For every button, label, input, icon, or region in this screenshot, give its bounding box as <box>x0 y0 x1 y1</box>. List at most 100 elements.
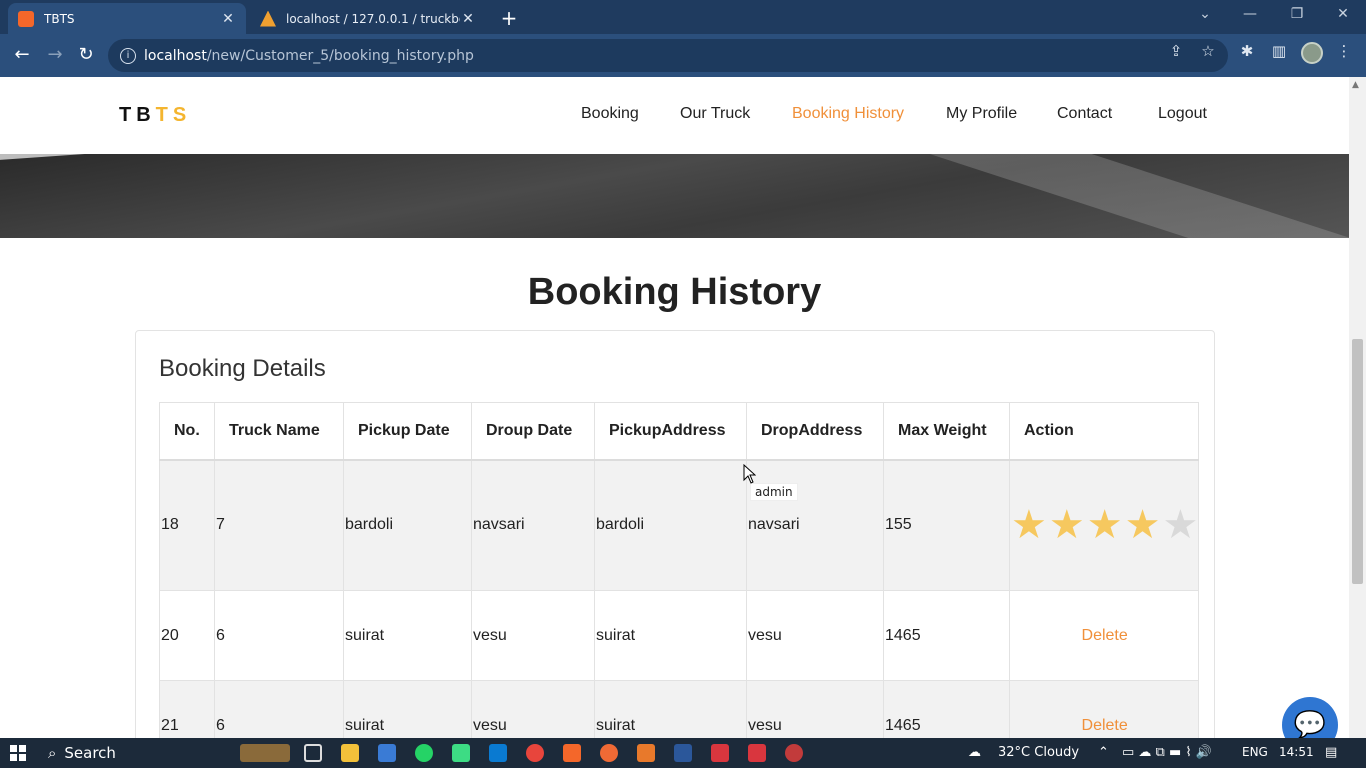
tab-search-chevron-icon[interactable]: ⌄ <box>1195 6 1215 22</box>
chrome-icon[interactable] <box>526 744 544 762</box>
tab-phpmyadmin[interactable]: localhost / 127.0.0.1 / truckbooki ✕ <box>250 3 486 34</box>
scroll-up-icon[interactable]: ▲ <box>1352 80 1359 90</box>
cell-pickup-address: bardoli <box>594 459 747 591</box>
postman-icon[interactable] <box>600 744 618 762</box>
site-info-icon[interactable]: i <box>120 47 136 64</box>
star-icon[interactable]: ★ <box>1125 505 1161 545</box>
nav-booking-history[interactable]: Booking History <box>792 105 904 123</box>
table-row: 18 7 bardoli navsari bardoli navsari 155… <box>159 459 1200 591</box>
restore-icon[interactable]: ❐ <box>1287 6 1307 22</box>
anydesk-icon-2[interactable] <box>748 744 766 762</box>
star-rating[interactable]: ★ ★ ★ ★ ★ <box>1011 505 1198 545</box>
reload-icon[interactable]: ↻ <box>74 44 98 65</box>
close-tab-icon[interactable]: ✕ <box>220 11 236 27</box>
nav-booking[interactable]: Booking <box>581 105 639 123</box>
page-scrollbar[interactable]: ▲ <box>1349 77 1366 738</box>
minimize-icon[interactable]: — <box>1240 6 1260 22</box>
cell-drop-address: vesu <box>746 590 884 681</box>
delete-link[interactable]: Delete <box>1082 627 1128 644</box>
taskbar-search[interactable]: ⌕ Search <box>48 744 116 762</box>
menu-kebab-icon[interactable]: ⋮ <box>1334 42 1354 60</box>
mouse-cursor-icon <box>743 464 756 484</box>
column-header: Droup Date <box>471 402 595 461</box>
profile-avatar[interactable] <box>1301 42 1323 64</box>
star-icon[interactable]: ★ <box>1162 505 1198 545</box>
page-title: Booking History <box>527 271 822 313</box>
notification-icon[interactable]: ▤ <box>1325 745 1337 760</box>
cell-no: 18 <box>159 459 215 591</box>
weather-text[interactable]: 32°C Cloudy <box>998 745 1079 760</box>
site-logo[interactable]: TBTS <box>119 104 191 127</box>
whatsapp-icon[interactable] <box>415 744 433 762</box>
table-header-row: No. Truck Name Pickup Date Droup Date Pi… <box>159 402 1200 461</box>
booking-details-card: Booking Details No. Truck Name Pickup Da… <box>135 330 1215 738</box>
booking-table: No. Truck Name Pickup Date Droup Date Pi… <box>159 402 1200 738</box>
cell-max-weight: 155 <box>883 459 1010 591</box>
nav-contact[interactable]: Contact <box>1057 105 1112 123</box>
tray-chevron-icon[interactable]: ⌃ <box>1098 745 1109 760</box>
vscode-icon[interactable] <box>489 744 507 762</box>
cell-pickup-date: bardoli <box>343 459 472 591</box>
android-studio-icon[interactable] <box>452 744 470 762</box>
delete-link[interactable]: Delete <box>1082 717 1128 734</box>
word-icon[interactable] <box>674 744 692 762</box>
tooltip: admin <box>750 483 798 501</box>
search-highlight-icon[interactable] <box>240 744 290 762</box>
cell-drop-date: vesu <box>471 590 595 681</box>
cell-no: 21 <box>159 680 215 738</box>
app-icon[interactable] <box>637 744 655 762</box>
tray-icons[interactable]: ▭ ☁ ⧉ ▬ ⌇ 🔊 <box>1122 745 1212 760</box>
nav-our-truck[interactable]: Our Truck <box>680 105 750 123</box>
tab-title: TBTS <box>44 11 75 26</box>
task-view-icon[interactable] <box>304 744 322 762</box>
bookmark-star-icon[interactable]: ☆ <box>1198 42 1218 60</box>
chat-widget-button[interactable]: 💬 <box>1282 697 1338 738</box>
back-icon[interactable]: ← <box>10 44 34 65</box>
file-explorer-icon[interactable] <box>341 744 359 762</box>
windows-start-icon[interactable] <box>10 745 26 761</box>
cell-max-weight: 1465 <box>883 590 1010 681</box>
forward-icon[interactable]: → <box>43 44 67 65</box>
close-tab-icon[interactable]: ✕ <box>460 11 476 27</box>
tab-tbts[interactable]: TBTS ✕ <box>8 3 246 34</box>
cell-drop-date: vesu <box>471 680 595 738</box>
cell-pickup-address: suirat <box>594 680 747 738</box>
microsoft-store-icon[interactable] <box>378 744 396 762</box>
xampp-icon[interactable] <box>563 744 581 762</box>
cell-truck-name: 6 <box>214 590 344 681</box>
cell-no: 20 <box>159 590 215 681</box>
star-icon[interactable]: ★ <box>1049 505 1085 545</box>
nav-my-profile[interactable]: My Profile <box>946 105 1017 123</box>
side-panel-icon[interactable]: ▥ <box>1269 42 1289 60</box>
share-icon[interactable]: ⇪ <box>1166 42 1186 60</box>
table-row: 21 6 suirat vesu suirat vesu 1465 Delete <box>159 680 1200 738</box>
column-header: Truck Name <box>214 402 344 461</box>
new-tab-icon[interactable]: + <box>498 6 520 30</box>
clock[interactable]: 14:51 <box>1279 745 1314 759</box>
taskbar-search-label: Search <box>64 744 116 762</box>
cell-max-weight: 1465 <box>883 680 1010 738</box>
column-header: Action <box>1008 402 1200 461</box>
language-indicator[interactable]: ENG <box>1242 745 1268 759</box>
cell-action: ★ ★ ★ ★ ★ <box>1008 459 1200 591</box>
page-viewport: TBTS Booking Our Truck Booking History M… <box>0 77 1349 738</box>
star-icon[interactable]: ★ <box>1087 505 1123 545</box>
windows-taskbar: ⌕ Search ☁ 32°C Cloudy ⌃ ▭ ☁ ⧉ ▬ ⌇ 🔊 ENG… <box>0 738 1366 768</box>
cell-truck-name: 7 <box>214 459 344 591</box>
browser-toolbar: ← → ↻ i localhost/new/Customer_5/booking… <box>0 34 1366 77</box>
tab-title: localhost / 127.0.0.1 / truckbooki <box>286 11 460 26</box>
scrollbar-thumb[interactable] <box>1352 339 1363 584</box>
anydesk-icon[interactable] <box>711 744 729 762</box>
site-header: TBTS Booking Our Truck Booking History M… <box>0 77 1349 154</box>
cell-drop-address: vesu <box>746 680 884 738</box>
road-stripe <box>0 154 490 162</box>
close-window-icon[interactable]: ✕ <box>1333 6 1353 22</box>
extensions-icon[interactable]: ✱ <box>1237 42 1257 60</box>
star-icon[interactable]: ★ <box>1011 505 1047 545</box>
column-header: No. <box>159 402 215 461</box>
address-bar[interactable]: i localhost/new/Customer_5/booking_histo… <box>108 39 1228 72</box>
card-title: Booking Details <box>159 355 326 382</box>
url-text: localhost/new/Customer_5/booking_history… <box>144 47 474 64</box>
nav-logout[interactable]: Logout <box>1158 105 1207 123</box>
app-icon-2[interactable] <box>785 744 803 762</box>
